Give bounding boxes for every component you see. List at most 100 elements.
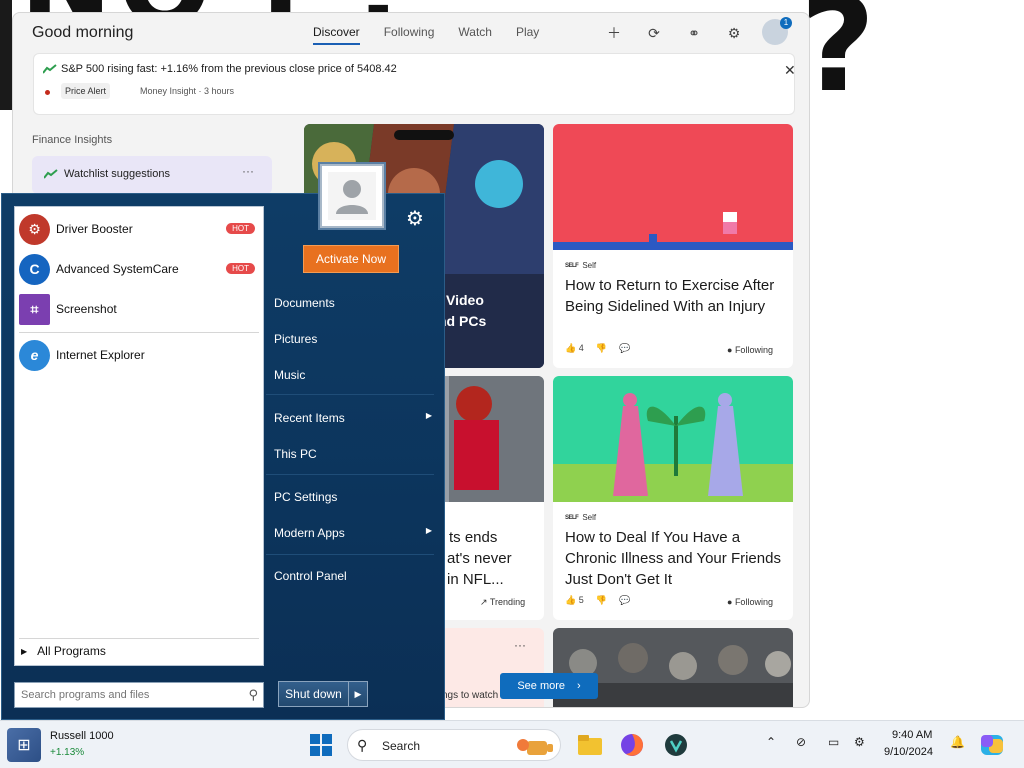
all-programs-button[interactable]: ▶ All Programs <box>21 644 106 658</box>
greeting-title: Good morning <box>32 24 134 41</box>
news-card-illness[interactable]: SELF Self How to Deal If You Have a Chro… <box>553 376 793 620</box>
game-card-title-line1: Video <box>446 292 484 308</box>
chevron-right-icon: ▶ <box>425 526 432 535</box>
notification-badge: 1 <box>780 17 792 29</box>
taskbar: ⊞ Russell 1000 +1.13% ⚲ Search ⌃ ⊘ ▭ ⚙ 9… <box>0 720 1024 768</box>
desktop-wallpaper-edge <box>0 0 12 110</box>
menu-item-music[interactable]: Music <box>274 368 432 382</box>
driver-booster-icon: ⚙ <box>19 213 50 245</box>
trend-up-icon <box>43 64 57 74</box>
tab-watch[interactable]: Watch <box>458 25 492 45</box>
widgets-header: Good morning Discover Following Watch Pl… <box>13 13 809 53</box>
comment-icon[interactable]: 💬 <box>619 595 630 606</box>
chevron-right-icon: › <box>577 680 581 692</box>
article-title: How to Deal If You Have a Chronic Illnes… <box>565 529 781 588</box>
windows-start-icon[interactable] <box>310 734 332 756</box>
app-screenshot[interactable]: ⌗ Screenshot <box>19 291 261 327</box>
menu-label: This PC <box>274 447 317 461</box>
menu-label: Modern Apps <box>274 526 345 540</box>
taskbar-search[interactable]: ⚲ Search <box>347 729 561 761</box>
tab-play[interactable]: Play <box>516 25 539 45</box>
plus-icon[interactable]: ＋ <box>603 22 625 44</box>
menu-item-this-pc[interactable]: This PC <box>274 447 432 461</box>
finance-insights-title: Finance Insights <box>32 134 113 146</box>
watchlist-suggestions[interactable]: Watchlist suggestions ··· <box>32 156 272 194</box>
network-off-icon[interactable]: ⊘ <box>796 735 806 749</box>
menu-item-pc-settings[interactable]: PC Settings <box>274 490 432 504</box>
menu-item-documents[interactable]: Documents <box>274 296 432 310</box>
settings-tray-icon[interactable]: ⚙ <box>854 735 865 749</box>
tab-following[interactable]: Following <box>384 25 435 45</box>
following-status[interactable]: ● Following <box>727 597 773 607</box>
menu-item-recent-items[interactable]: Recent Items ▶ <box>274 411 432 425</box>
menu-item-modern-apps[interactable]: Modern Apps ▶ <box>274 526 432 540</box>
search-highlight-icon <box>517 739 553 755</box>
see-more-button[interactable]: See more › <box>500 673 598 699</box>
bell-icon[interactable]: 🔔 <box>950 735 965 749</box>
like-icon[interactable]: 👍 4 <box>565 343 584 354</box>
display-icon[interactable]: ▭ <box>828 735 839 749</box>
article-source: SELF Self <box>565 261 596 270</box>
more-options-icon[interactable]: ··· <box>514 638 526 652</box>
triangle-right-icon: ▶ <box>21 646 28 656</box>
menu-item-pictures[interactable]: Pictures <box>274 332 432 346</box>
stock-widget-name[interactable]: Russell 1000 <box>50 730 114 742</box>
trending-tag: ↗ Trending <box>480 597 526 607</box>
like-count: 5 <box>578 595 584 605</box>
self-logo-icon: SELF <box>565 262 579 269</box>
menu-label: Recent Items <box>274 411 345 425</box>
price-alert-card[interactable]: S&P 500 rising fast: +1.16% from the pre… <box>33 53 796 115</box>
widgets-tabs: Discover Following Watch Play <box>313 25 539 45</box>
shutdown-button[interactable]: Shut down <box>279 682 349 706</box>
divider <box>266 394 434 395</box>
clock-time[interactable]: 9:40 AM <box>892 729 932 741</box>
more-options-icon[interactable]: ··· <box>242 164 254 178</box>
share-icon[interactable]: ⚭ <box>683 22 705 44</box>
game-card-title-line2: nd PCs <box>438 313 487 329</box>
news-card-exercise[interactable]: SELF Self How to Return to Exercise Afte… <box>553 124 793 368</box>
comment-icon[interactable]: 💬 <box>619 343 630 354</box>
article-actions: 👍 4 👎 💬 <box>565 343 630 354</box>
copilot-icon[interactable] <box>978 731 1006 759</box>
firefox-icon[interactable] <box>618 731 646 759</box>
refresh-icon[interactable]: ⟳ <box>643 22 665 44</box>
nfl-title-l2: at's never <box>447 550 512 567</box>
nfl-title-l1: ts ends <box>449 529 498 546</box>
like-count: 4 <box>578 343 584 353</box>
app-internet-explorer[interactable]: e Internet Explorer <box>19 337 261 373</box>
app-driver-booster[interactable]: ⚙ Driver Booster HOT <box>19 211 261 247</box>
following-label: Following <box>734 345 773 355</box>
shutdown-options-arrow-icon[interactable]: ▶ <box>349 682 367 706</box>
user-avatar[interactable] <box>320 164 384 228</box>
activate-now-button[interactable]: Activate Now <box>303 245 399 273</box>
file-explorer-icon[interactable] <box>576 731 604 759</box>
divider <box>19 332 259 333</box>
tab-discover[interactable]: Discover <box>313 25 360 45</box>
like-icon[interactable]: 👍 5 <box>565 595 584 606</box>
exercise-article-image <box>553 124 793 250</box>
app-label: Advanced SystemCare <box>56 262 179 276</box>
start-search-box[interactable]: ⚲ <box>14 682 264 708</box>
alert-source: Money Insight · 3 hours <box>140 86 235 96</box>
article-source: SELF Self <box>565 513 596 522</box>
chevron-up-icon[interactable]: ⌃ <box>766 735 776 749</box>
vpn-shield-icon[interactable] <box>662 731 690 759</box>
app-advanced-systemcare[interactable]: C Advanced SystemCare HOT <box>19 251 261 287</box>
close-icon[interactable]: ✕ <box>784 62 796 79</box>
app-label: Internet Explorer <box>56 348 145 362</box>
dislike-icon[interactable]: 👎 <box>596 343 607 354</box>
following-status[interactable]: ● Following <box>727 345 773 355</box>
source-name: Self <box>582 513 597 522</box>
gear-icon[interactable]: ⚙ <box>723 22 745 44</box>
menu-label: Music <box>274 368 306 382</box>
user-icon <box>328 172 376 220</box>
crop-icon: ⌗ <box>19 293 50 325</box>
clock-date[interactable]: 9/10/2024 <box>884 746 933 758</box>
following-label: Following <box>734 597 773 607</box>
search-input[interactable] <box>15 683 235 707</box>
menu-item-control-panel[interactable]: Control Panel <box>274 569 432 583</box>
gear-icon[interactable]: ⚙ <box>406 206 424 231</box>
taskbar-search-label: Search <box>382 739 421 753</box>
classic-start-button[interactable]: ⊞ <box>7 728 41 762</box>
dislike-icon[interactable]: 👎 <box>596 595 607 606</box>
